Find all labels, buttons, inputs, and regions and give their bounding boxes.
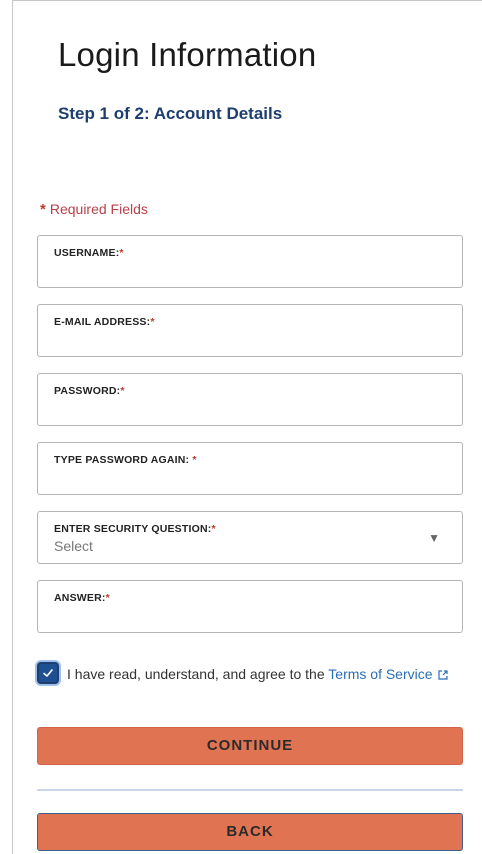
page-title: Login Information: [58, 36, 317, 73]
username-field[interactable]: USERNAME:*: [37, 235, 463, 288]
required-star: *: [40, 201, 46, 218]
terms-checkbox[interactable]: [37, 662, 59, 684]
required-fields-text: Required Fields: [49, 201, 148, 217]
username-label: USERNAME:*: [54, 247, 124, 259]
terms-of-service-link[interactable]: Terms of Service: [328, 666, 432, 682]
step-indicator: Step 1 of 2: Account Details: [58, 104, 283, 123]
chevron-down-icon: ▼: [428, 531, 440, 545]
terms-statement: I have read, understand, and agree to th…: [67, 666, 329, 682]
email-field[interactable]: E-MAIL ADDRESS:*: [37, 304, 463, 357]
continue-button[interactable]: CONTINUE: [37, 727, 463, 765]
external-link-icon[interactable]: [437, 666, 449, 686]
security-question-value: Select: [54, 538, 93, 554]
security-question-label: ENTER SECURITY QUESTION:*: [54, 523, 216, 535]
back-button[interactable]: BACK: [37, 813, 463, 851]
email-label: E-MAIL ADDRESS:*: [54, 316, 155, 328]
password-field[interactable]: PASSWORD:*: [37, 373, 463, 426]
frame-border-top: [12, 0, 482, 1]
required-fields-note: * Required Fields: [40, 201, 148, 218]
confirm-password-field[interactable]: TYPE PASSWORD AGAIN: *: [37, 442, 463, 495]
answer-label: ANSWER:*: [54, 592, 110, 604]
frame-border-left: [12, 0, 13, 854]
confirm-password-label: TYPE PASSWORD AGAIN: *: [54, 454, 197, 466]
divider: [37, 789, 463, 791]
answer-field[interactable]: ANSWER:*: [37, 580, 463, 633]
terms-text: I have read, understand, and agree to th…: [67, 664, 457, 686]
password-label: PASSWORD:*: [54, 385, 125, 397]
security-question-select[interactable]: ENTER SECURITY QUESTION:* Select ▼: [37, 511, 463, 564]
check-icon: [43, 669, 53, 677]
